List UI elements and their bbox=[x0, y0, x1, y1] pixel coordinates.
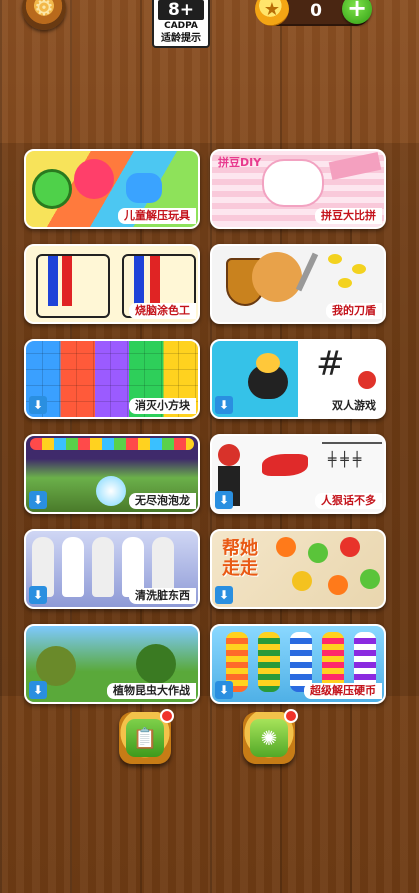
age-rating: 8+ bbox=[158, 0, 204, 20]
game-card[interactable]: # ⬇ 双人游戏 bbox=[210, 339, 386, 419]
game-title: 烧脑涂色工 bbox=[129, 303, 196, 319]
game-title: 消灭小方块 bbox=[129, 398, 196, 414]
add-coins-button[interactable]: + bbox=[342, 0, 372, 24]
game-card[interactable]: ⬇ 植物昆虫大作战 bbox=[24, 624, 200, 704]
featured-button[interactable]: ✺ bbox=[243, 709, 298, 764]
game-card[interactable]: 帮她走走 ⬇ bbox=[210, 529, 386, 609]
gear-icon: ⚙ bbox=[34, 0, 54, 21]
game-thumbnail: 帮她走走 bbox=[212, 531, 384, 607]
game-title: 我的刀盾 bbox=[326, 303, 382, 319]
game-card[interactable]: 烧脑涂色工 bbox=[24, 244, 200, 324]
game-title: 双人游戏 bbox=[326, 398, 382, 414]
game-title: 儿童解压玩具 bbox=[118, 208, 196, 224]
game-card[interactable]: 拼豆DIY 拼豆大比拼 bbox=[210, 149, 386, 229]
game-card[interactable]: ╪╪╪ ⬇ 人狠话不多 bbox=[210, 434, 386, 514]
download-icon[interactable]: ⬇ bbox=[29, 586, 47, 604]
download-icon[interactable]: ⬇ bbox=[215, 586, 233, 604]
game-badge: 帮她走走 bbox=[222, 538, 258, 579]
game-card[interactable]: 儿童解压玩具 bbox=[24, 149, 200, 229]
download-icon[interactable]: ⬇ bbox=[29, 491, 47, 509]
game-card[interactable]: ⬇ 无尽泡泡龙 bbox=[24, 434, 200, 514]
game-badge: 拼豆DIY bbox=[218, 156, 262, 169]
bottom-nav: 📋 ✺ bbox=[0, 696, 419, 893]
settings-button[interactable]: ⚙ bbox=[22, 0, 66, 30]
lime-slice-icon: ✺ bbox=[260, 726, 278, 750]
game-card[interactable]: ⬇ 清洗脏东西 bbox=[24, 529, 200, 609]
top-bar: ⚙ 8+ CADPA 适龄提示 ★ 0 + bbox=[0, 0, 419, 60]
game-title: 人狠话不多 bbox=[315, 493, 382, 509]
coin-count: 0 bbox=[310, 1, 322, 21]
download-icon[interactable]: ⬇ bbox=[215, 396, 233, 414]
game-card[interactable]: ⬇ 超级解压硬币 bbox=[210, 624, 386, 704]
download-icon[interactable]: ⬇ bbox=[29, 396, 47, 414]
plus-icon: + bbox=[346, 0, 368, 22]
calendar-check-icon: 📋 bbox=[132, 726, 158, 750]
rating-tip: 适龄提示 bbox=[161, 33, 201, 44]
notification-dot bbox=[160, 709, 174, 723]
game-card[interactable]: ⬇ 消灭小方块 bbox=[24, 339, 200, 419]
age-rating-badge[interactable]: 8+ CADPA 适龄提示 bbox=[152, 0, 210, 48]
game-title: 无尽泡泡龙 bbox=[129, 493, 196, 509]
game-title: 清洗脏东西 bbox=[129, 588, 196, 604]
rating-org: CADPA bbox=[164, 21, 198, 31]
daily-tasks-button[interactable]: 📋 bbox=[119, 709, 174, 764]
game-title: 拼豆大比拼 bbox=[315, 208, 382, 224]
game-grid: 儿童解压玩具 拼豆DIY 拼豆大比拼 烧脑涂色工 我的刀盾 ⬇ 消灭小方块 # … bbox=[0, 143, 419, 704]
game-card[interactable]: 我的刀盾 bbox=[210, 244, 386, 324]
download-icon[interactable]: ⬇ bbox=[215, 491, 233, 509]
notification-dot bbox=[284, 709, 298, 723]
